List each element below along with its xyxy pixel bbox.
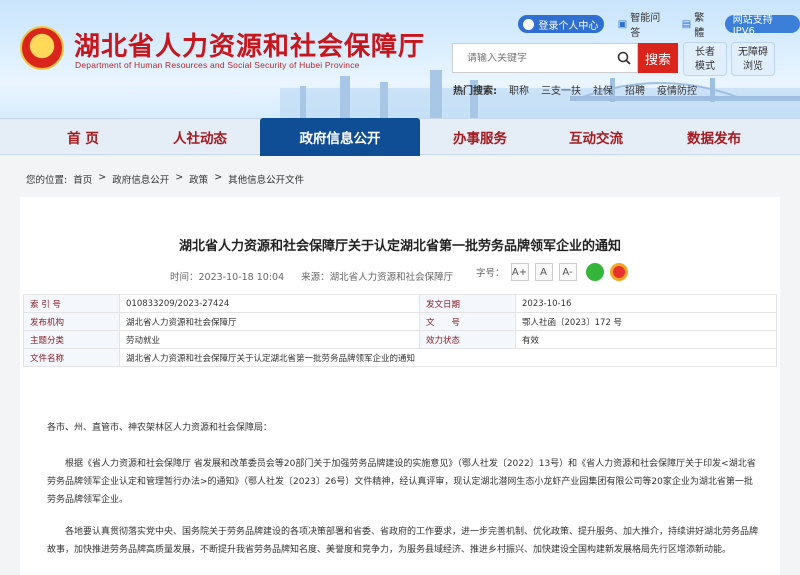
font-size-label: 字号： xyxy=(476,268,505,279)
nav-gov-info[interactable]: 政府信息公开 xyxy=(260,118,420,156)
search-input[interactable] xyxy=(453,52,611,64)
breadcrumb-item[interactable]: 其他信息公开文件 xyxy=(228,172,304,186)
wechat-icon[interactable] xyxy=(586,263,604,281)
doc-number-key: 文 号 xyxy=(419,312,516,331)
article-meta: 时间：2023-10-18 10:04 来源：湖北省人力资源和社会保障厅 xyxy=(170,269,467,283)
date-value: 2023-10-16 xyxy=(515,294,777,313)
document-info-table: 索 引 号 010833209/2023-27424 发文日期 2023-10-… xyxy=(23,294,777,367)
date-key: 发文日期 xyxy=(419,294,516,313)
search-icon[interactable] xyxy=(611,45,637,71)
status-value: 有效 xyxy=(515,330,777,349)
org-value: 湖北省人力资源和社会保障厅 xyxy=(119,312,420,331)
hot-item[interactable]: 招聘 xyxy=(625,82,645,97)
breadcrumb: 您的位置: 首页 > 政府信息公开 > 政策 > 其他信息公开文件 xyxy=(26,172,304,186)
doc-number-value: 鄂人社函〔2023〕172 号 xyxy=(515,312,777,331)
breadcrumb-item[interactable]: 政策 xyxy=(189,172,208,186)
search-button[interactable]: 搜索 xyxy=(638,43,678,73)
font-increase-button[interactable]: A+ xyxy=(510,263,529,281)
article-panel: 湖北省人力资源和社会保障厅关于认定湖北省第一批劳务品牌领军企业的通知 时间：20… xyxy=(20,197,780,575)
hot-item[interactable]: 社保 xyxy=(593,82,613,97)
filename-key: 文件名称 xyxy=(23,348,120,367)
login-button[interactable]: 登录个人中心 xyxy=(518,15,604,33)
breadcrumb-item[interactable]: 首页 xyxy=(73,172,92,186)
table-row: 发布机构 湖北省人力资源和社会保障厅 文 号 鄂人社函〔2023〕172 号 xyxy=(23,312,777,331)
article-source: 来源：湖北省人力资源和社会保障厅 xyxy=(301,272,454,283)
hot-item[interactable]: 三支一扶 xyxy=(541,82,581,97)
site-title: 湖北省人力资源和社会保障厅 xyxy=(74,32,426,62)
table-row: 主题分类 劳动就业 效力状态 有效 xyxy=(23,330,777,349)
table-row: 索 引 号 010833209/2023-27424 发文日期 2023-10-… xyxy=(23,294,777,313)
hot-search-label: 热门搜索: xyxy=(453,86,497,97)
accessibility-button[interactable]: 无障碍 浏览 xyxy=(731,42,775,76)
qa-icon: ▣ xyxy=(617,18,628,30)
category-value: 劳动就业 xyxy=(119,330,420,349)
nav-data[interactable]: 数据发布 xyxy=(664,119,764,155)
category-key: 主题分类 xyxy=(23,330,120,349)
breadcrumb-item[interactable]: 政府信息公开 xyxy=(112,172,169,186)
article-paragraph: 根据《省人力资源和社会保障厅 省发展和改革委员会等20部门关于加强劳务品牌建设的… xyxy=(47,459,756,505)
org-key: 发布机构 xyxy=(23,312,120,331)
index-value: 010833209/2023-27424 xyxy=(119,294,420,313)
font-size-controls: 字号： A+ A A- xyxy=(476,263,577,281)
search-box xyxy=(452,43,638,73)
main-nav: 首 页 人社动态 政府信息公开 办事服务 互动交流 数据发布 xyxy=(0,118,800,156)
nav-interaction[interactable]: 互动交流 xyxy=(546,119,646,155)
article-salutation: 各市、州、直管市、神农架林区人力资源和社会保障局： xyxy=(47,423,273,433)
nav-news[interactable]: 人社动态 xyxy=(150,119,250,155)
login-label: 登录个人中心 xyxy=(538,20,599,32)
font-default-button[interactable]: A xyxy=(534,263,553,281)
elder-mode-button[interactable]: 长者 模式 xyxy=(683,42,727,76)
traditional-chinese-link[interactable]: ▤ 繁體 xyxy=(682,9,713,39)
nav-home[interactable]: 首 页 xyxy=(38,119,128,155)
status-key: 效力状态 xyxy=(419,330,516,349)
top-links: 登录个人中心 ▣ 智能问答 ▤ 繁體 网站支持IPV6 xyxy=(518,9,800,39)
breadcrumb-sep: > xyxy=(214,172,223,183)
site-header: 湖北省人力资源和社会保障厅 Department of Human Resour… xyxy=(0,0,800,118)
font-decrease-button[interactable]: A- xyxy=(558,263,577,281)
breadcrumb-sep: > xyxy=(175,172,184,183)
ipv6-badge: 网站支持IPV6 xyxy=(724,15,800,37)
lang-icon: ▤ xyxy=(681,18,692,30)
breadcrumb-label: 您的位置: xyxy=(26,175,68,186)
article-title: 湖北省人力资源和社会保障厅关于认定湖北省第一批劳务品牌领军企业的通知 xyxy=(178,239,621,254)
hot-item[interactable]: 疫情防控 xyxy=(657,82,697,97)
hot-item[interactable]: 职称 xyxy=(509,82,529,97)
table-row: 文件名称 湖北省人力资源和社会保障厅关于认定湖北省第一批劳务品牌领军企业的通知 xyxy=(23,348,777,367)
weibo-icon[interactable] xyxy=(610,263,628,281)
article-paragraph: 各地要认真贯彻落实党中央、国务院关于劳务品牌建设的各项决策部署和省委、省政府的工… xyxy=(47,527,759,555)
filename-value: 湖北省人力资源和社会保障厅关于认定湖北省第一批劳务品牌领军企业的通知 xyxy=(119,348,777,367)
site-subtitle: Department of Human Resources and Social… xyxy=(75,60,360,70)
hot-search: 热门搜索: 职称 三支一扶 社保 招聘 疫情防控 xyxy=(453,82,697,97)
nav-services[interactable]: 办事服务 xyxy=(430,119,530,155)
national-emblem-icon xyxy=(20,26,64,70)
breadcrumb-sep: > xyxy=(98,172,107,183)
publish-time: 时间：2023-10-18 10:04 xyxy=(170,272,285,283)
share-buttons xyxy=(586,263,628,281)
user-icon xyxy=(523,18,535,30)
index-key: 索 引 号 xyxy=(23,294,120,313)
smart-qa-link[interactable]: ▣ 智能问答 xyxy=(618,9,668,39)
